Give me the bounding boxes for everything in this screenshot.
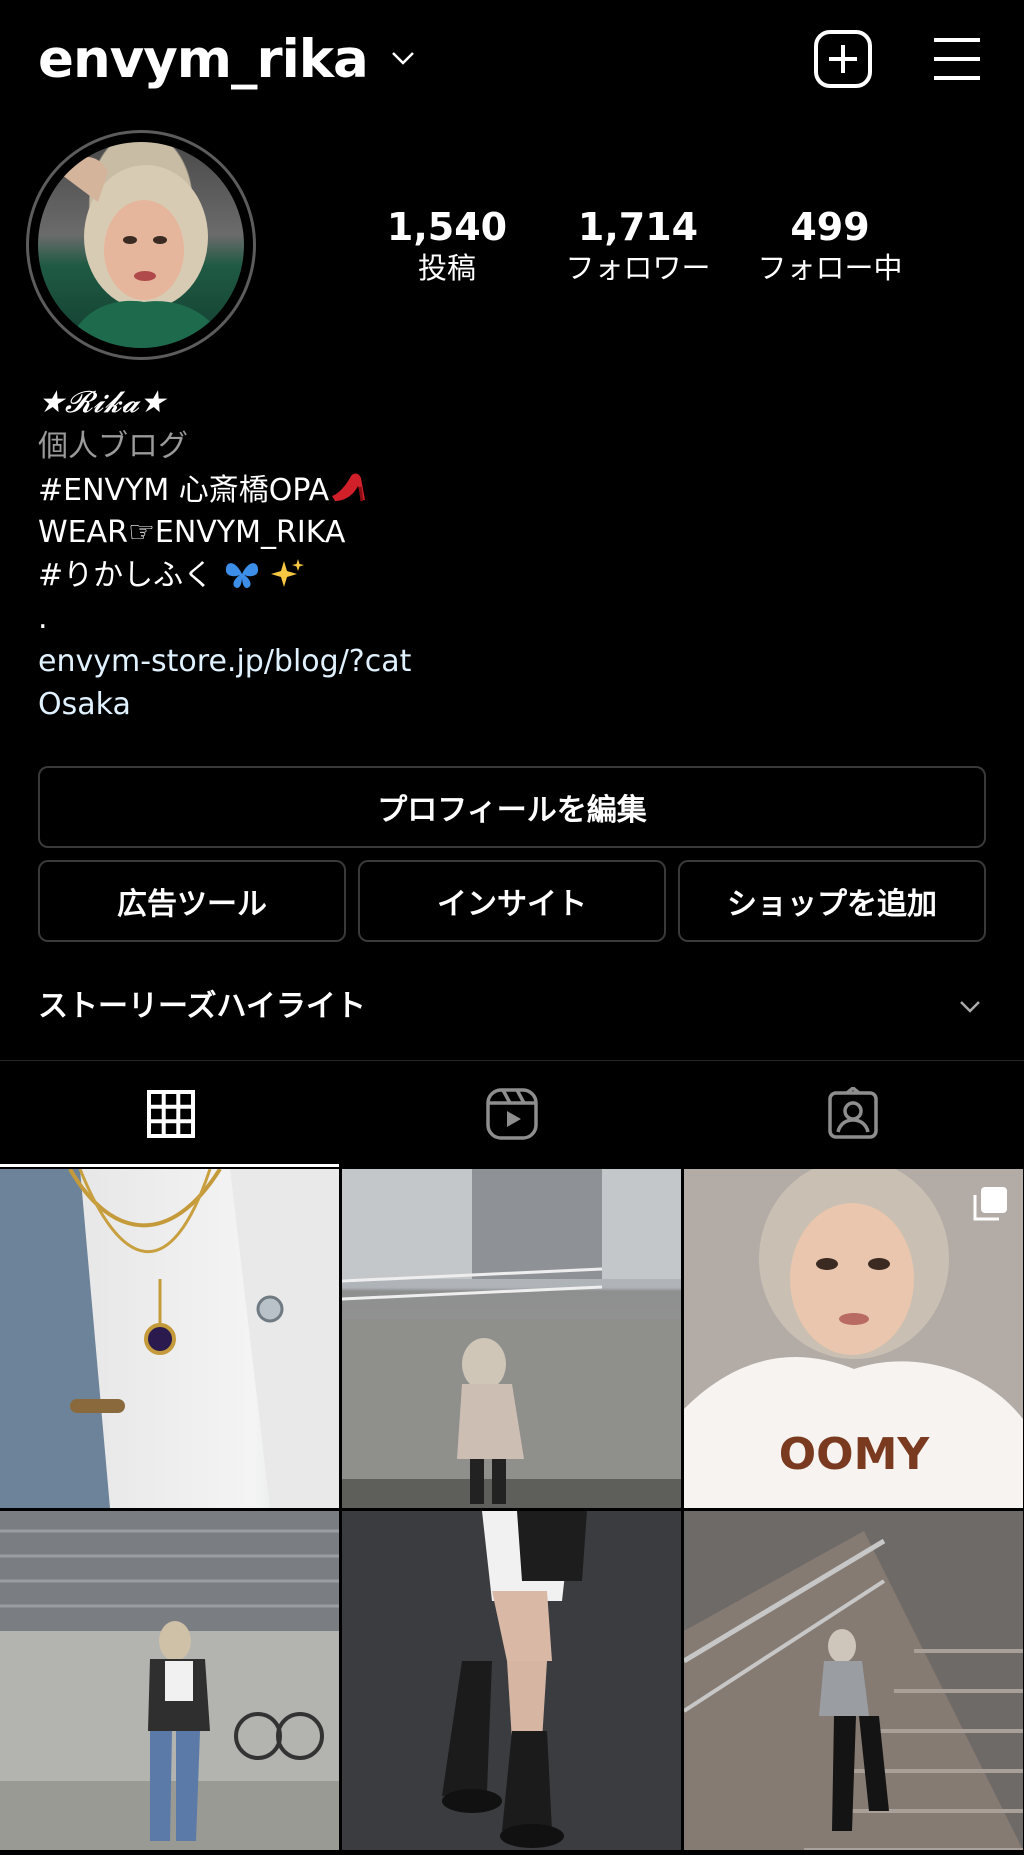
bio-line: WEAR☞ENVYM_RIKA <box>38 515 346 550</box>
bio-line: #りかしふく <box>38 556 306 596</box>
grid-icon <box>146 1090 195 1138</box>
reels-icon <box>485 1088 538 1140</box>
high-heel-icon <box>332 473 366 502</box>
chevron-down-icon[interactable] <box>390 46 416 70</box>
tab-posts-grid[interactable] <box>0 1062 341 1166</box>
add-shop-button[interactable]: ショップを追加 <box>678 860 986 942</box>
insights-button[interactable]: インサイト <box>358 860 666 942</box>
avatar[interactable] <box>38 142 244 348</box>
tab-tagged[interactable] <box>682 1062 1023 1166</box>
stat-followers-label: フォロワー <box>565 251 711 285</box>
post-thumbnail[interactable] <box>684 1511 1023 1850</box>
stat-followers[interactable]: 1,714 フォロワー <box>548 205 728 287</box>
profile-category: 個人ブログ <box>38 429 188 464</box>
post-image <box>684 1511 1023 1850</box>
bio-line: #ENVYM 心斎橋OPA <box>38 470 369 511</box>
ad-tools-button[interactable]: 広告ツール <box>38 860 346 942</box>
tab-divider <box>0 1060 1024 1061</box>
butterfly-icon <box>225 563 258 588</box>
new-post-icon[interactable] <box>812 28 874 90</box>
stat-posts[interactable]: 1,540 投稿 <box>357 205 537 287</box>
stat-following-count: 499 <box>790 205 870 249</box>
bio-line-text: #ENVYM 心斎橋OPA <box>38 473 330 508</box>
svg-text:OOMY: OOMY <box>779 1429 931 1480</box>
post-thumbnail[interactable] <box>342 1511 681 1850</box>
post-image <box>342 1169 681 1508</box>
active-tab-indicator <box>0 1164 339 1167</box>
stat-posts-label: 投稿 <box>417 251 476 285</box>
post-thumbnail[interactable] <box>0 1169 339 1508</box>
post-image <box>0 1169 339 1508</box>
bio-line-text: #りかしふく <box>38 558 214 593</box>
post-image <box>342 1511 681 1850</box>
carousel-icon <box>973 1187 1007 1221</box>
profile-username[interactable]: envym_rika <box>38 28 369 92</box>
post-thumbnail[interactable] <box>0 1511 339 1850</box>
stat-followers-count: 1,714 <box>577 205 699 249</box>
edit-profile-button[interactable]: プロフィールを編集 <box>38 766 986 848</box>
bio-line: . <box>38 601 48 636</box>
post-thumbnail[interactable] <box>342 1169 681 1508</box>
tagged-icon <box>827 1087 878 1139</box>
menu-icon[interactable] <box>930 32 984 86</box>
profile-location[interactable]: Osaka <box>38 685 131 725</box>
tab-reels[interactable] <box>341 1062 682 1166</box>
sparkles-icon <box>271 559 305 587</box>
chevron-down-icon[interactable] <box>958 997 982 1017</box>
stat-following-label: フォロー中 <box>757 251 903 285</box>
profile-website-link[interactable]: envym-store.jp/blog/?cat <box>38 642 411 682</box>
stat-posts-count: 1,540 <box>386 205 508 249</box>
post-thumbnail[interactable]: OOMY <box>684 1169 1023 1508</box>
post-image <box>0 1511 339 1850</box>
stat-following[interactable]: 499 フォロー中 <box>740 205 920 287</box>
profile-display-name: ★𝓡𝓲𝓴𝓪★ <box>38 385 167 420</box>
story-highlights-title[interactable]: ストーリーズハイライト <box>38 985 366 1029</box>
